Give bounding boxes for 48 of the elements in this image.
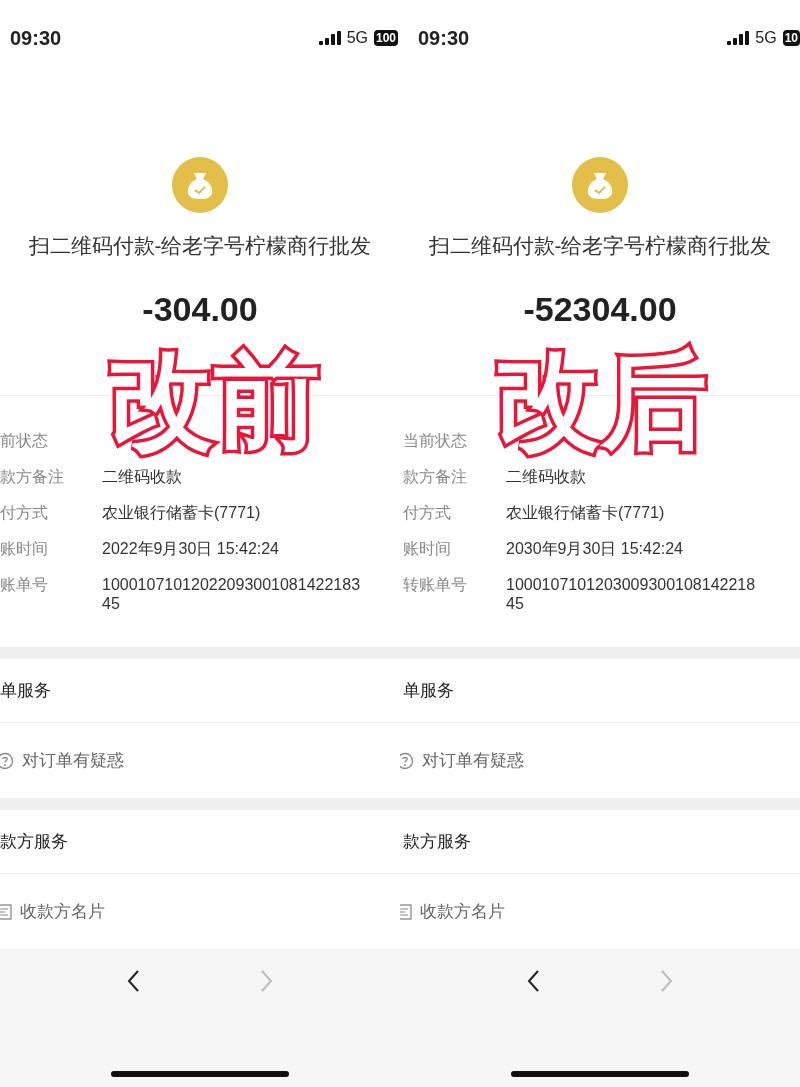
service-item[interactable]: 对订单有疑惑 bbox=[0, 723, 400, 798]
card-icon bbox=[400, 903, 412, 920]
signal-icon bbox=[318, 31, 341, 45]
section-title: 单服务 bbox=[0, 659, 400, 723]
detail-label: 付方式 bbox=[0, 503, 49, 523]
detail-label: 款方备注 bbox=[402, 467, 468, 487]
detail-value: 二维码收款 bbox=[506, 467, 586, 487]
section-title: 单服务 bbox=[400, 659, 800, 723]
service-item[interactable]: 对订单有疑惑 bbox=[400, 723, 800, 798]
overlay-caption: 改后 bbox=[495, 340, 707, 461]
detail-value: 2022年9月30日 15:42:24 bbox=[102, 539, 279, 559]
battery-indicator: 100 bbox=[373, 30, 398, 46]
card-icon bbox=[0, 903, 12, 920]
back-icon[interactable] bbox=[526, 969, 540, 993]
detail-value: 农业银行储蓄卡(7771) bbox=[102, 503, 261, 523]
detail-label: 账时间 bbox=[0, 539, 49, 559]
battery-indicator: 10 bbox=[782, 30, 800, 46]
payment-title: 扫二维码付款-给老字号柠檬商行批发 bbox=[428, 233, 772, 259]
money-bag-icon bbox=[572, 157, 628, 213]
detail-value: 45 bbox=[102, 597, 121, 611]
service-item[interactable]: 收款方名片 bbox=[0, 874, 400, 949]
question-icon bbox=[400, 751, 414, 770]
payment-title: 扫二维码付款-给老字号柠檬商行批发 bbox=[28, 233, 372, 259]
network-label: 5G bbox=[755, 29, 777, 47]
amount: -52304.00 bbox=[523, 289, 677, 329]
signal-icon bbox=[727, 31, 750, 45]
status-time: 09:30 bbox=[10, 26, 62, 50]
amount: -304.00 bbox=[142, 289, 258, 329]
detail-value: 2030年9月30日 15:42:24 bbox=[506, 539, 683, 559]
back-icon[interactable] bbox=[126, 969, 140, 993]
detail-value: 45 bbox=[506, 597, 525, 611]
detail-label: 当前状态 bbox=[402, 431, 468, 451]
section-title: 款方服务 bbox=[0, 810, 400, 874]
detail-label: 账时间 bbox=[402, 539, 452, 559]
question-icon bbox=[0, 751, 14, 770]
detail-label: 付方式 bbox=[402, 503, 452, 523]
detail-label: 账单号 bbox=[0, 575, 49, 595]
detail-value: 二维码收款 bbox=[102, 467, 182, 487]
service-item[interactable]: 收款方名片 bbox=[400, 874, 800, 949]
detail-value: 农业银行储蓄卡(7771) bbox=[506, 503, 665, 523]
detail-label: 前状态 bbox=[0, 431, 49, 451]
detail-label: 款方备注 bbox=[0, 467, 65, 487]
overlay-caption: 改前 bbox=[108, 340, 320, 461]
network-label: 5G bbox=[346, 29, 368, 47]
status-time: 09:30 bbox=[418, 26, 470, 50]
money-bag-icon bbox=[172, 157, 228, 213]
section-title: 款方服务 bbox=[400, 810, 800, 874]
detail-label: 转账单号 bbox=[402, 575, 468, 595]
